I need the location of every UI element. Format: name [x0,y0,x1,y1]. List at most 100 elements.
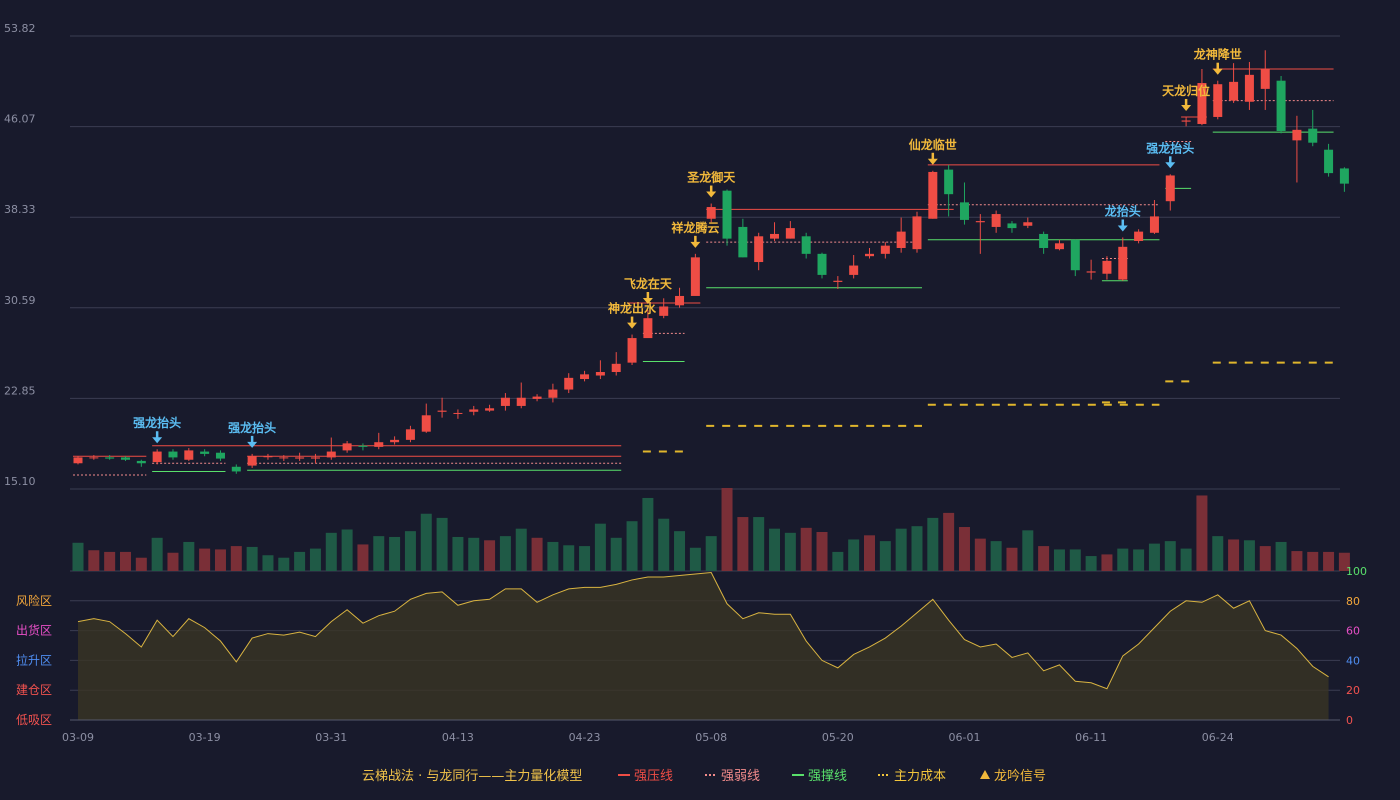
volume-bar [341,529,353,571]
signal-label: 龙抬头 [1105,203,1141,218]
dragon-quant-chart: 53.8246.0738.3330.5922.8515.10 强龙抬头 强龙抬头神… [4,22,1367,784]
volume-bar [1038,546,1050,571]
volume-bar [230,546,242,571]
candle-body [295,457,305,459]
osc-zone-label: 建仓区 [16,683,52,697]
candle-body [469,409,479,412]
osc-zone-label: 出货区 [16,623,52,638]
date-tick-label: 04-23 [569,731,601,744]
volume-bar [689,547,701,571]
candles [73,50,1349,474]
osc-tick-label: 0 [1346,714,1353,727]
candle-body [279,457,289,459]
candle-body [1308,128,1318,143]
signal-label: 神龙出水 [608,301,657,316]
candle-body [880,245,890,254]
candle-body [896,231,906,248]
candle-body [1181,120,1191,122]
candle-body [342,443,352,451]
candle-body [643,318,653,339]
candle-body [1324,149,1334,174]
candle-body [421,415,431,432]
volume-bar [119,551,131,571]
volume-bar [626,521,638,571]
volume-bar [1259,546,1271,571]
signal-arrow-icon [1181,104,1192,111]
candle-body [580,374,590,380]
volume-bar [1243,540,1255,571]
candle-body [1054,243,1064,250]
signal-label: 仙龙临世 [909,137,957,152]
volume-bar [420,513,432,571]
volume-bar [1148,543,1160,571]
volume-bar [531,537,543,571]
candle-body [1213,84,1223,117]
candle-body [263,456,273,458]
candle-body [770,233,780,239]
volume-bar [1085,556,1097,571]
volume-bar [104,551,116,571]
candle-body [1229,81,1239,101]
osc-tick-label: 80 [1346,595,1360,608]
volume-bar [769,528,781,571]
candle-body [374,442,384,447]
volume-bar [674,531,686,571]
candle-body [231,466,241,472]
volume-bar [246,546,258,571]
volume-bar [436,517,448,571]
legend: 云梯战法 · 与龙同行——主力量化模型 强压线 强弱线 强撑线 主力成本 龙吟信号 [362,768,1046,784]
candle-body [1292,129,1302,141]
candle-body [564,377,574,390]
volume-bar [800,527,812,571]
candle-body [326,451,336,458]
candle-body [722,190,732,239]
volume-bar [1133,549,1145,571]
candle-body [627,338,637,363]
volume-bar [563,545,575,571]
volume-bar [468,537,480,571]
candle-body [1102,260,1112,274]
candle-body [959,202,969,220]
volume-bar [1053,549,1065,571]
volume-bar [594,523,606,571]
volume-bar [610,537,622,571]
price-tick-label: 38.33 [4,203,36,216]
candle-body [975,221,985,223]
signal-arrow-icon [247,441,258,448]
candle-body [738,226,748,258]
volume-bar [816,531,828,571]
volume-bar [1117,548,1129,571]
date-tick-label: 05-08 [695,731,727,744]
volume-bar [499,536,511,571]
volume-bar [1022,530,1034,571]
candle-body [500,397,510,406]
candle-body [247,456,257,466]
volume-bar [784,532,796,571]
volume-bar [832,551,844,571]
candle-body [991,214,1001,227]
volume-bar [484,540,496,571]
candle-body [1149,216,1159,233]
volume-bar [1291,551,1303,571]
volume-bar [974,538,986,571]
volume-bar [943,512,955,571]
date-tick-label: 03-31 [315,731,347,744]
date-tick-label: 05-20 [822,731,854,744]
volume-bar [404,531,416,571]
candle-body [785,228,795,239]
candle-body [1118,246,1128,280]
signal-arrow-icon [927,158,938,165]
candle-body [437,410,447,412]
volume-bar [135,557,147,571]
volume-bar [1180,548,1192,571]
signal-arrow-icon [627,322,638,329]
candle-body [215,452,225,459]
candle-body [595,372,605,376]
price-tick-label: 15.10 [4,475,36,488]
osc-tick-label: 100 [1346,565,1367,578]
volume-bar [278,557,290,571]
signal-arrow-icon [1117,225,1128,232]
date-tick-label: 04-13 [442,731,474,744]
volume-bar [515,528,527,571]
volume-bar [579,546,591,571]
